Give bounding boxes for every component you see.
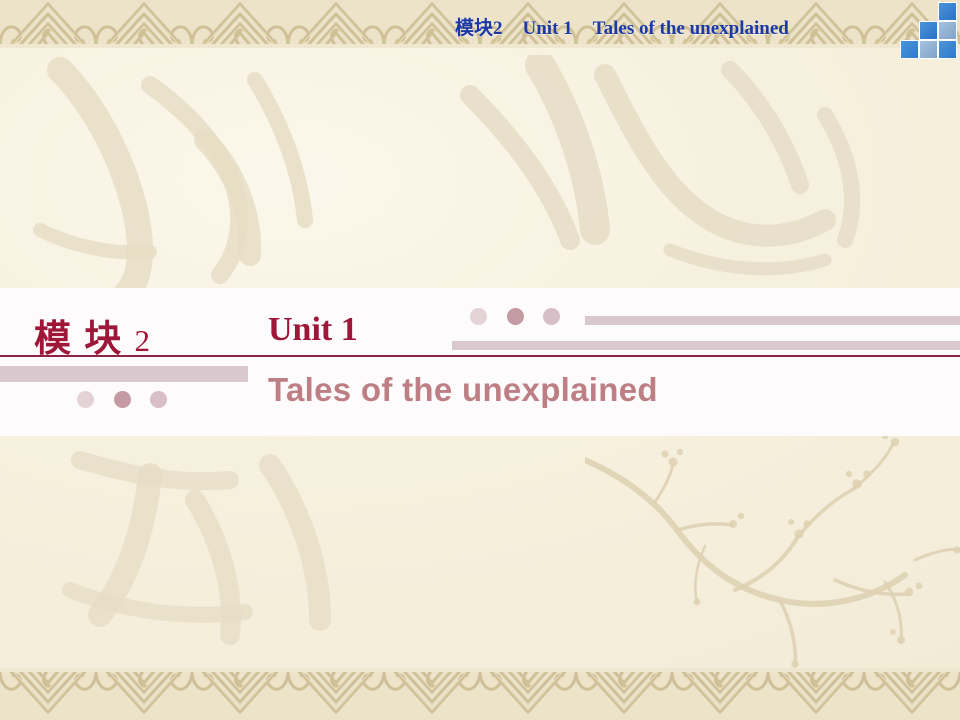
decor-dot bbox=[77, 391, 94, 408]
decor-bar-mid bbox=[585, 316, 960, 325]
mosaic-square bbox=[938, 40, 957, 59]
decor-dot bbox=[470, 308, 487, 325]
decor-bar-wide bbox=[452, 341, 960, 350]
module-heading: 模 块 2 bbox=[34, 308, 152, 362]
module-heading-text: 模 块 bbox=[34, 319, 124, 360]
unit-heading: Unit 1 bbox=[268, 311, 358, 348]
header-unit-label: Unit 1 bbox=[522, 18, 573, 39]
mosaic-square bbox=[900, 40, 919, 59]
decor-dot bbox=[507, 308, 524, 325]
slide-canvas: 模块2 Unit 1 Tales of the unexplained 模 块 2 … bbox=[0, 0, 960, 720]
decor-dot bbox=[543, 308, 560, 325]
mosaic-square bbox=[919, 40, 938, 59]
ornament-band-bottom bbox=[0, 668, 960, 720]
unit-subtitle: Tales of the unexplained bbox=[268, 371, 658, 408]
module-heading-number: 2 bbox=[134, 323, 152, 358]
decor-bar-left bbox=[0, 366, 248, 382]
mosaic-square bbox=[938, 21, 957, 40]
header-module-label: 模块2 bbox=[455, 18, 503, 39]
mosaic-square bbox=[938, 2, 957, 21]
mosaic-square bbox=[919, 21, 938, 40]
header-title-text: Tales of the unexplained bbox=[592, 18, 789, 39]
header-running-title: 模块2 Unit 1 Tales of the unexplained bbox=[455, 14, 895, 44]
greek-key-triangle-border-bottom bbox=[0, 668, 960, 720]
decor-dot bbox=[114, 391, 131, 408]
decor-dot bbox=[150, 391, 167, 408]
decorative-blue-squares bbox=[900, 0, 960, 62]
